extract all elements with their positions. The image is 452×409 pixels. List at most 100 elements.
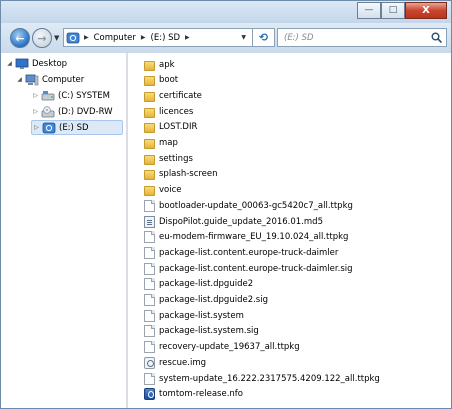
search-icon[interactable] bbox=[431, 32, 442, 43]
breadcrumb-current-drive[interactable]: (E:) SD bbox=[151, 33, 181, 43]
title-bar[interactable]: — □ X bbox=[1, 1, 451, 23]
breadcrumb-computer[interactable]: Computer bbox=[94, 33, 136, 43]
folder-icon bbox=[144, 60, 155, 71]
file-item[interactable]: rescue.img bbox=[144, 355, 206, 370]
tree-item-c-drive[interactable]: ▷ (C:) SYSTEM bbox=[31, 88, 110, 103]
folder-icon bbox=[144, 139, 155, 149]
tree-item-label: Computer bbox=[42, 74, 85, 85]
desktop-icon bbox=[15, 58, 29, 69]
file-icon bbox=[144, 325, 155, 338]
folder-item[interactable]: map bbox=[144, 136, 178, 151]
file-name: package-list.dpguide2 bbox=[159, 279, 254, 290]
close-icon: X bbox=[422, 4, 430, 16]
file-item[interactable]: DispoPilot.guide_update_2016.01.md5 bbox=[144, 214, 323, 229]
file-item[interactable]: eu-modem-firmware_EU_19.10.024_all.ttpkg bbox=[144, 230, 348, 245]
file-item[interactable]: recovery-update_19637_all.ttpkg bbox=[144, 340, 300, 355]
file-icon bbox=[144, 278, 155, 291]
file-name: package-list.system bbox=[159, 310, 244, 321]
disc-image-icon bbox=[144, 356, 155, 369]
breadcrumb-chevron-icon[interactable]: ▶ bbox=[84, 34, 89, 41]
folder-item[interactable]: settings bbox=[144, 151, 193, 166]
file-name: package-list.dpguide2.sig bbox=[159, 295, 268, 305]
folder-item[interactable]: splash-screen bbox=[144, 167, 218, 182]
navigation-pane: ◢ Desktop ◢ Computer ▷ (C:) SYSTEM ▷ (D:… bbox=[1, 53, 127, 408]
back-button[interactable]: ← bbox=[10, 28, 30, 48]
refresh-button[interactable]: ⟲ bbox=[253, 28, 275, 47]
file-name: boot bbox=[159, 75, 179, 86]
file-icon bbox=[144, 294, 155, 306]
file-name: map bbox=[159, 138, 178, 148]
tree-item-d-drive[interactable]: ▷ (D:) DVD-RW bbox=[31, 104, 113, 119]
file-name: licences bbox=[159, 106, 194, 117]
file-name: DispoPilot.guide_update_2016.01.md5 bbox=[159, 216, 323, 227]
file-item[interactable]: system-update_16.222.2317575.4209.122_al… bbox=[144, 371, 380, 386]
file-item[interactable]: package-list.dpguide2 bbox=[144, 277, 253, 292]
address-dropdown-icon[interactable]: ▼ bbox=[241, 34, 246, 41]
tree-item-desktop[interactable]: ◢ Desktop bbox=[5, 56, 67, 71]
folder-item[interactable]: LOST.DIR bbox=[144, 120, 197, 135]
close-button[interactable]: X bbox=[405, 2, 447, 19]
navigation-bar: ← → ▼ ▶ Computer ▶ (E:) SD ▶ ▼ ⟲ bbox=[1, 23, 451, 53]
forward-arrow-icon: → bbox=[37, 31, 47, 45]
minimize-icon: — bbox=[364, 5, 374, 15]
file-name: tomtom-release.nfo bbox=[159, 389, 243, 400]
file-item[interactable]: bootloader-update_00063-gc5420c7_all.ttp… bbox=[144, 198, 353, 213]
file-name: package-list.content.europe-truck-daimle… bbox=[159, 263, 353, 274]
tree-item-label: (E:) SD bbox=[59, 122, 89, 133]
collapsed-chevron-icon[interactable]: ▷ bbox=[32, 124, 41, 131]
address-bar[interactable]: ▶ Computer ▶ (E:) SD ▶ ▼ bbox=[63, 28, 253, 47]
maximize-icon: □ bbox=[388, 5, 398, 15]
file-item[interactable]: package-list.dpguide2.sig bbox=[144, 293, 268, 308]
caption-buttons: — □ X bbox=[357, 2, 447, 19]
folder-icon bbox=[144, 154, 155, 165]
folder-item[interactable]: boot bbox=[144, 73, 178, 88]
file-item[interactable]: package-list.content.europe-truck-daimle… bbox=[144, 261, 353, 276]
sd-card-icon bbox=[66, 32, 80, 43]
file-name: package-list.system.sig bbox=[159, 326, 259, 337]
expanded-chevron-icon[interactable]: ◢ bbox=[15, 76, 24, 83]
tree-item-e-drive[interactable]: ▷ (E:) SD bbox=[31, 120, 123, 135]
file-icon bbox=[144, 231, 155, 244]
folder-icon bbox=[144, 123, 155, 134]
file-icon bbox=[144, 262, 155, 275]
folder-item[interactable]: certificate bbox=[144, 88, 202, 103]
tree-item-label: Desktop bbox=[32, 58, 68, 69]
file-icon bbox=[144, 246, 155, 259]
file-name: splash-screen bbox=[159, 169, 218, 180]
folder-icon bbox=[144, 170, 155, 181]
breadcrumb-chevron-icon[interactable]: ▶ bbox=[185, 34, 190, 41]
file-item[interactable]: package-list.system bbox=[144, 308, 244, 323]
minimize-button[interactable]: — bbox=[357, 2, 381, 19]
collapsed-chevron-icon[interactable]: ▷ bbox=[31, 108, 40, 115]
file-item[interactable]: tomtom-release.nfo bbox=[144, 387, 243, 402]
folder-item[interactable]: voice bbox=[144, 183, 182, 198]
collapsed-chevron-icon[interactable]: ▷ bbox=[31, 92, 40, 99]
checksum-file-icon bbox=[144, 215, 155, 228]
file-item[interactable]: package-list.system.sig bbox=[144, 324, 259, 339]
explorer-window: — □ X ← → ▼ ▶ Computer ▶ (E:) SD ▶ ▼ ⟲ (… bbox=[0, 0, 452, 409]
file-item[interactable]: package-list.content.europe-truck-daimle… bbox=[144, 245, 338, 260]
file-list: apk boot certificate licences LOST.DIR map set… bbox=[128, 53, 451, 408]
folder-item[interactable]: licences bbox=[144, 104, 193, 119]
file-icon bbox=[144, 309, 155, 322]
search-box[interactable] bbox=[277, 28, 447, 47]
forward-button[interactable]: → bbox=[32, 28, 52, 48]
folder-icon bbox=[144, 186, 155, 197]
file-name: recovery-update_19637_all.ttpkg bbox=[159, 342, 300, 353]
file-name: eu-modem-firmware_EU_19.10.024_all.ttpkg bbox=[159, 232, 349, 243]
tree-item-computer[interactable]: ◢ Computer bbox=[15, 72, 84, 87]
refresh-icon: ⟲ bbox=[258, 31, 269, 44]
folder-item[interactable]: apk bbox=[144, 57, 175, 72]
breadcrumb-chevron-icon[interactable]: ▶ bbox=[141, 34, 146, 41]
computer-icon bbox=[25, 74, 39, 85]
back-arrow-icon: ← bbox=[15, 31, 25, 45]
recent-pages-chevron-icon[interactable]: ▼ bbox=[54, 34, 59, 42]
hard-drive-icon bbox=[41, 90, 55, 100]
folder-icon bbox=[144, 107, 155, 118]
search-input[interactable] bbox=[282, 31, 426, 44]
expanded-chevron-icon[interactable]: ◢ bbox=[5, 60, 14, 67]
maximize-button[interactable]: □ bbox=[381, 2, 405, 19]
file-name: LOST.DIR bbox=[159, 122, 198, 133]
file-name: apk bbox=[159, 59, 175, 70]
folder-icon bbox=[144, 91, 155, 102]
